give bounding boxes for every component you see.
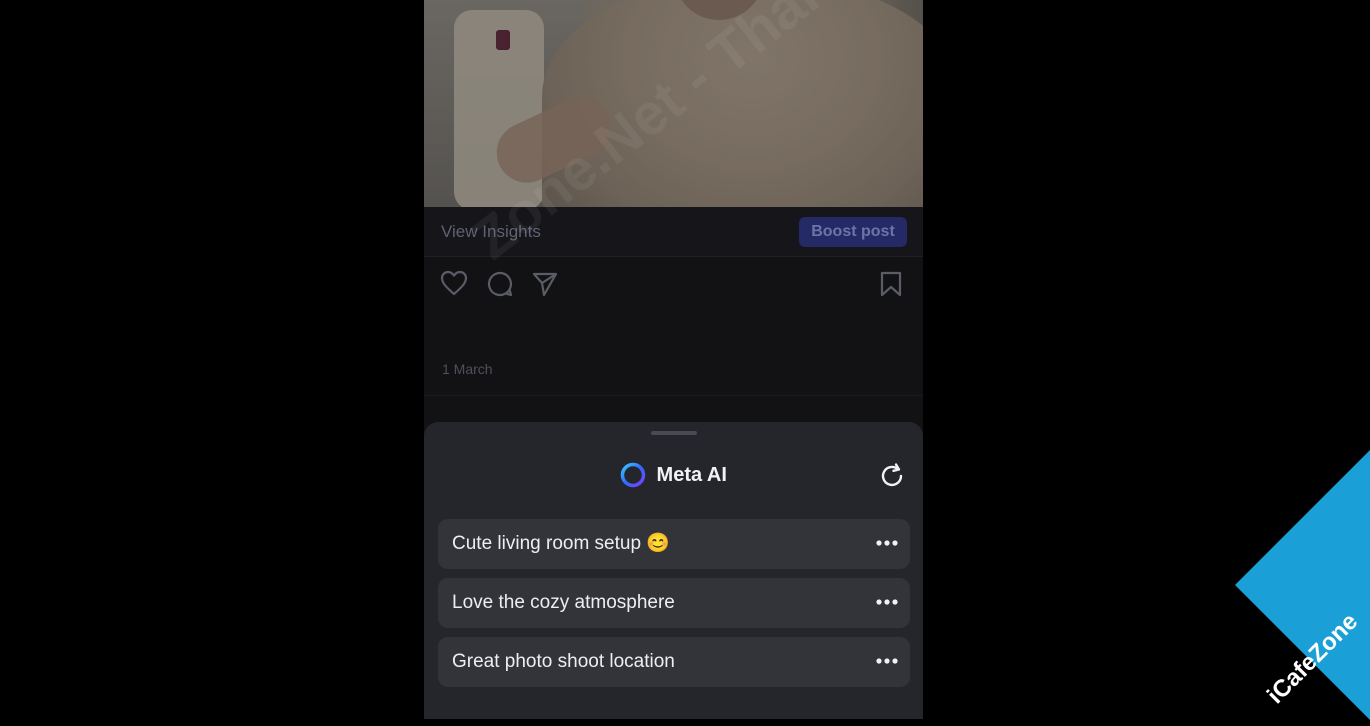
boost-post-button[interactable]: Boost post: [799, 217, 907, 247]
suggestion-item[interactable]: Cute living room setup 😊: [438, 519, 910, 569]
post-photo[interactable]: [424, 0, 923, 207]
more-icon[interactable]: [876, 536, 898, 550]
photo-dim-overlay: [424, 0, 923, 207]
sheet-title: Meta AI: [656, 463, 727, 486]
post-date: 1 March: [442, 361, 493, 377]
bookmark-icon[interactable]: [878, 270, 904, 298]
sheet-drag-handle[interactable]: [651, 431, 697, 435]
meta-ai-sheet: Meta AI Cute living room setup 😊 Love th…: [424, 422, 923, 719]
refresh-icon[interactable]: [878, 462, 906, 490]
suggestion-item[interactable]: Love the cozy atmosphere: [438, 578, 910, 628]
heart-icon[interactable]: [440, 270, 468, 296]
suggestion-text: Love the cozy atmosphere: [452, 592, 675, 613]
meta-ai-icon: [620, 462, 646, 488]
view-insights-link[interactable]: View Insights: [441, 222, 541, 242]
more-icon[interactable]: [876, 595, 898, 609]
divider: [424, 395, 923, 396]
share-icon[interactable]: [531, 270, 559, 298]
comment-icon[interactable]: [486, 270, 514, 298]
suggestion-text: Cute living room setup 😊: [452, 533, 670, 554]
post-actions: [424, 265, 923, 305]
sheet-header: Meta AI: [424, 462, 923, 490]
instagram-screen: View Insights Boost post 1 March Meta AI…: [424, 0, 923, 719]
insights-bar: View Insights Boost post: [424, 207, 923, 257]
suggestion-item[interactable]: Great photo shoot location: [438, 637, 910, 687]
more-icon[interactable]: [876, 654, 898, 668]
suggestion-text: Great photo shoot location: [452, 651, 675, 672]
